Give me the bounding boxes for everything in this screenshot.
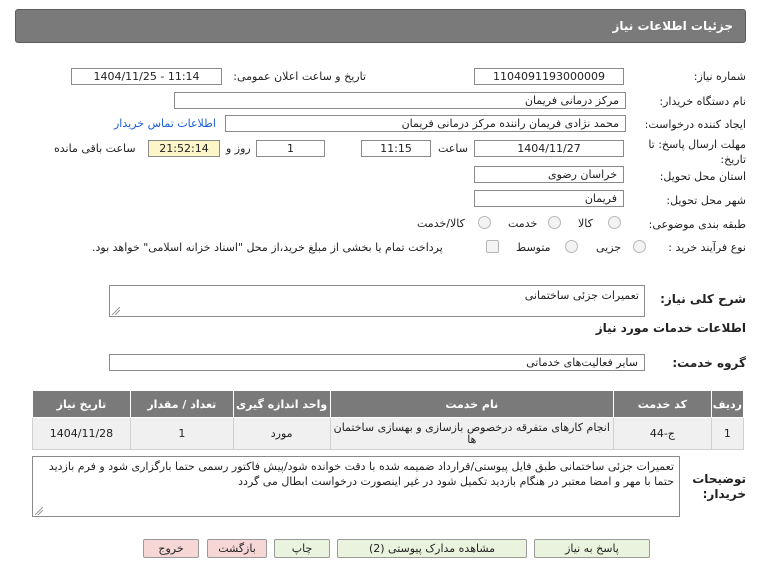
payment-note: پرداخت تمام یا بخشی از مبلغ خرید،از محل …	[92, 241, 443, 254]
category-radio-goods-service[interactable]	[478, 216, 491, 229]
announce-field: 1404/11/25 - 11:14	[71, 68, 222, 85]
creator-label: ایجاد کننده درخواست:	[644, 118, 746, 131]
city-label: شهر محل تحویل:	[666, 194, 746, 207]
time-label: ساعت	[438, 142, 468, 155]
treasury-checkbox[interactable]	[486, 240, 499, 253]
resize-grip-icon[interactable]	[112, 307, 120, 315]
deadline-date-field: 1404/11/27	[474, 140, 624, 157]
buyer-notes-label: توضیحات خریدار:	[692, 472, 746, 501]
service-group-label: گروه خدمت:	[672, 356, 746, 370]
days-label: روز و	[226, 142, 251, 155]
need-number-label: شماره نیاز:	[693, 70, 746, 83]
buyer-org-field: مرکز درمانی فریمان	[174, 92, 626, 109]
cell-qty: 1	[129, 417, 234, 450]
col-code: کد خدمت	[612, 390, 712, 418]
deadline-label: مهلت ارسال پاسخ: تا تاریخ:	[648, 138, 746, 166]
announce-label: تاریخ و ساعت اعلان عمومی:	[233, 70, 366, 83]
reply-button[interactable]: پاسخ به نیاز	[534, 539, 650, 558]
col-row: ردیف	[710, 390, 745, 418]
buyer-notes-text: تعمیرات جزئی ساختمانی طبق فایل پیوستی/قر…	[48, 460, 674, 488]
process-option-minor: جزیی	[596, 241, 622, 254]
summary-label: شرح کلی نیاز:	[660, 292, 746, 306]
summary-text: تعمیرات جزئی ساختمانی	[524, 289, 639, 302]
category-option-goods: کالا	[578, 217, 593, 230]
buyer-org-label: نام دستگاه خریدار:	[659, 95, 746, 108]
process-label: نوع فرآیند خرید :	[668, 241, 746, 254]
process-radio-medium[interactable]	[565, 240, 578, 253]
cell-date: 1404/11/28	[32, 417, 131, 450]
services-table: ردیف کد خدمت نام خدمت واحد اندازه گیری ت…	[32, 390, 745, 450]
view-attachments-button[interactable]: مشاهده مدارک پیوستی (2)	[337, 539, 527, 558]
col-name: نام خدمت	[329, 390, 614, 418]
cell-name: انجام کارهای متفرقه درخصوص بازسازی و بهس…	[329, 417, 614, 450]
category-radio-goods[interactable]	[608, 216, 621, 229]
buyer-contact-link[interactable]: اطلاعات تماس خریدار	[114, 117, 216, 130]
service-group-field: سایر فعالیت‌های خدماتی	[109, 354, 645, 371]
city-field: فریمان	[474, 190, 624, 207]
process-radio-minor[interactable]	[633, 240, 646, 253]
col-date: تاریخ نیاز	[32, 390, 131, 418]
days-field: 1	[256, 140, 325, 157]
col-unit: واحد اندازه گیری	[232, 390, 331, 418]
cell-unit: مورد	[232, 417, 331, 450]
remaining-label: ساعت باقی مانده	[54, 142, 136, 155]
remaining-time-field: 21:52:14	[148, 140, 220, 157]
category-label: طبقه بندی موضوعی:	[648, 218, 746, 231]
need-number-field: 1104091193000009	[474, 68, 624, 85]
category-option-service: خدمت	[508, 217, 538, 230]
print-button[interactable]: چاپ	[274, 539, 330, 558]
resize-grip-icon[interactable]	[35, 507, 43, 515]
cell-row: 1	[710, 417, 745, 450]
province-label: استان محل تحویل:	[659, 170, 746, 183]
col-qty: تعداد / مقدار	[129, 390, 234, 418]
table-row: 1 ج-44 انجام کارهای متفرقه درخصوص بازساز…	[32, 417, 745, 450]
exit-button[interactable]: خروج	[143, 539, 199, 558]
province-field: خراسان رضوی	[474, 166, 624, 183]
process-option-medium: متوسط	[516, 241, 551, 254]
page-title: جزئیات اطلاعات نیاز	[15, 9, 746, 43]
summary-field: تعمیرات جزئی ساختمانی	[109, 285, 645, 317]
back-button[interactable]: بازگشت	[207, 539, 267, 558]
buyer-notes-field: تعمیرات جزئی ساختمانی طبق فایل پیوستی/قر…	[32, 456, 680, 517]
cell-code: ج-44	[612, 417, 712, 450]
category-option-goods-service: کالا/خدمت	[417, 217, 465, 230]
category-radio-service[interactable]	[548, 216, 561, 229]
services-section-title: اطلاعات خدمات مورد نیاز	[595, 321, 746, 335]
deadline-time-field: 11:15	[361, 140, 431, 157]
creator-field: محمد نژادی فریمان راننده مرکز درمانی فری…	[225, 115, 626, 132]
